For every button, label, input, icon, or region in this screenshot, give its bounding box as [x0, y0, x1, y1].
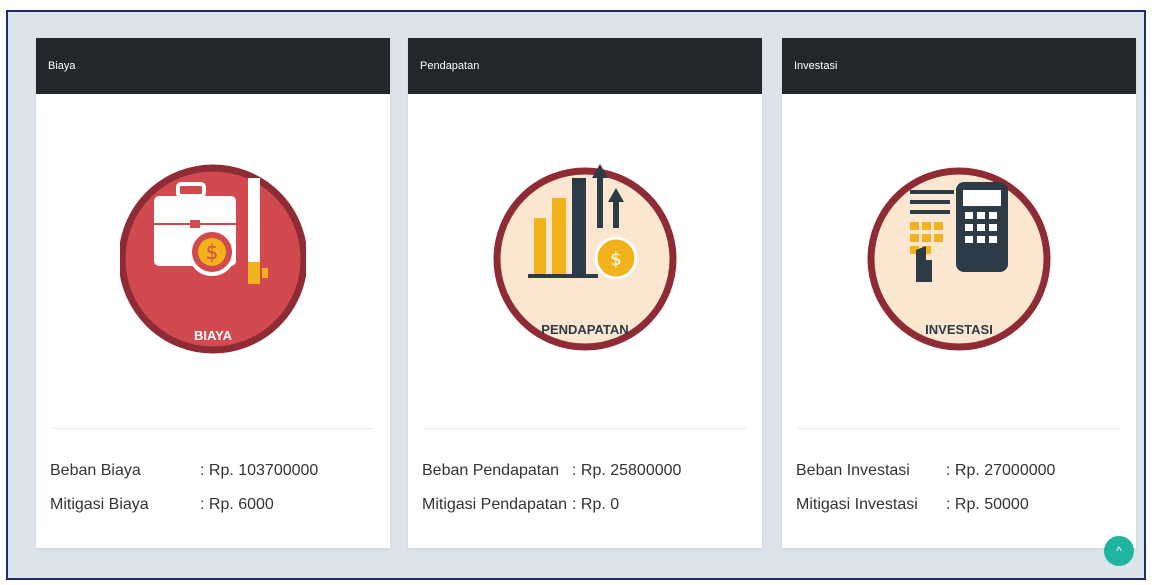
card-pendapatan: Pendapatan $ PENDAPATAN Beban Pendapatan… — [408, 38, 762, 548]
svg-text:$: $ — [206, 240, 219, 264]
card-title: Biaya — [36, 38, 390, 94]
row-value: : Rp. 25800000 — [572, 462, 682, 479]
row-value: : Rp. 27000000 — [946, 462, 1056, 479]
row-label: Beban Biaya — [50, 462, 141, 479]
divider — [52, 428, 374, 429]
mitigasi-row: Mitigasi Pendapatan : Rp. 0 — [422, 496, 619, 514]
row-label: Mitigasi Investasi — [796, 496, 918, 513]
icon-label: INVESTASI — [925, 322, 993, 337]
row-label: Mitigasi Biaya — [50, 496, 149, 513]
beban-row: Beban Pendapatan : Rp. 25800000 — [422, 462, 681, 480]
beban-row: Beban Biaya : Rp. 103700000 — [50, 462, 318, 480]
row-value: : Rp. 6000 — [200, 496, 274, 513]
card-investasi: Investasi INVESTASI Beban Investasi: Rp.… — [782, 38, 1136, 548]
row-value: : Rp. 103700000 — [200, 462, 319, 479]
card-title: Pendapatan — [408, 38, 762, 94]
mitigasi-row: Mitigasi Investasi : Rp. 50000 — [796, 496, 1029, 514]
calculator-icon: INVESTASI — [867, 167, 1051, 351]
row-value: : Rp. 0 — [572, 496, 620, 513]
row-label: Beban Pendapatan — [422, 462, 560, 479]
card-title: Investasi — [782, 38, 1136, 94]
mitigasi-row: Mitigasi Biaya : Rp. 6000 — [50, 496, 274, 514]
icon-label: PENDAPATAN — [541, 322, 628, 337]
row-label: Mitigasi Pendapatan — [422, 496, 567, 513]
card-biaya: Biaya $ BIAYA Beban Biaya : Rp. 103700000… — [36, 38, 390, 548]
row-value: : Rp. 50000 — [946, 496, 1029, 513]
icon-label: BIAYA — [194, 328, 233, 343]
briefcase-dollar-icon: $ BIAYA — [120, 164, 306, 354]
chevron-up-icon: ^ — [1116, 544, 1122, 558]
divider — [798, 428, 1120, 429]
bar-chart-dollar-icon: $ PENDAPATAN — [493, 164, 677, 351]
svg-text:$: $ — [610, 249, 621, 270]
scroll-to-top-button[interactable]: ^ — [1104, 536, 1134, 566]
divider — [424, 428, 746, 429]
beban-row: Beban Investasi : Rp. 27000000 — [796, 462, 1055, 480]
dashboard-panel: Biaya $ BIAYA Beban Biaya : Rp. 103700000… — [6, 10, 1146, 580]
row-label: Beban Investasi — [796, 462, 910, 479]
